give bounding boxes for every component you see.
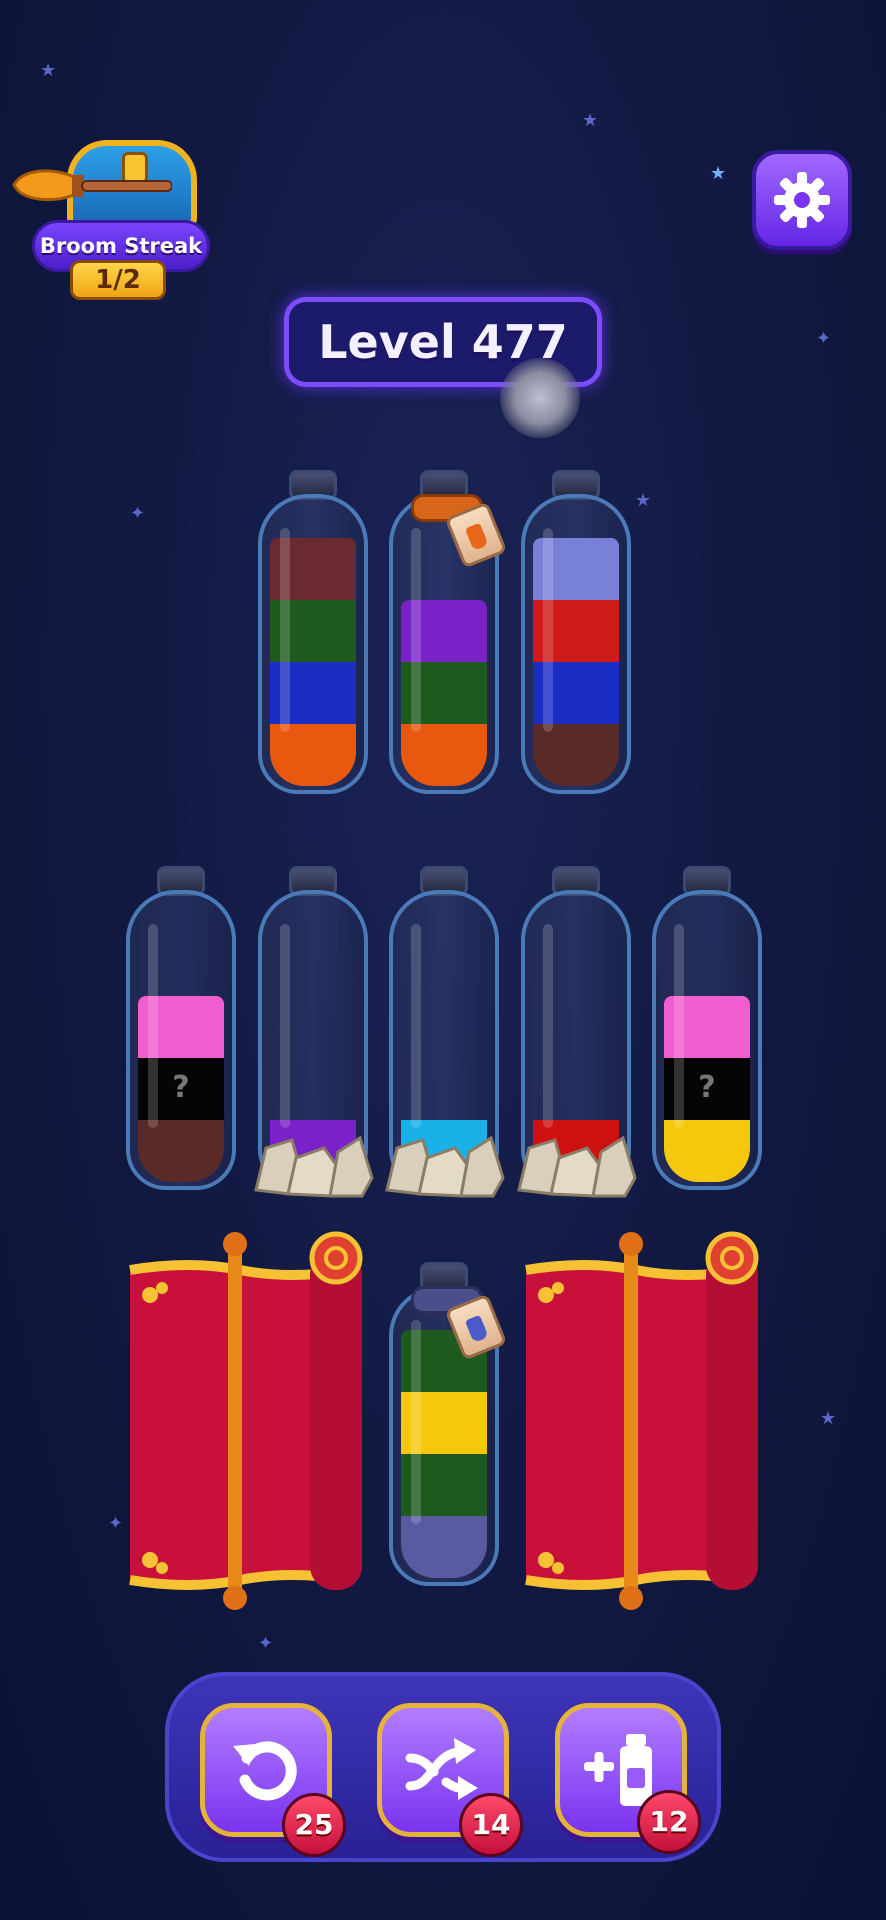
liquid-layer (138, 1120, 224, 1182)
star-icon: ★ (582, 110, 599, 131)
potion-icon (464, 522, 489, 551)
bottle[interactable] (521, 470, 631, 794)
bottle[interactable] (258, 470, 368, 794)
broom-streak-count: 1/2 (70, 260, 166, 300)
bottle[interactable] (517, 866, 637, 1198)
locked-curtain-left[interactable] (120, 1230, 374, 1610)
bottle[interactable] (385, 866, 505, 1198)
rocks-icon (385, 1135, 505, 1198)
bottle[interactable] (389, 470, 508, 794)
bottle[interactable]: ? (652, 866, 762, 1190)
glass-shine (411, 528, 421, 733)
bottle-glass: ? (126, 890, 236, 1190)
liquid-layer (533, 724, 619, 786)
glass-shine (280, 924, 290, 1129)
star-icon: ★ (710, 163, 727, 184)
glass-shine (543, 528, 553, 733)
locked-curtain-right[interactable] (516, 1230, 770, 1610)
liquid-layer (664, 1120, 750, 1182)
bottle[interactable]: ? (126, 866, 236, 1190)
glass-shine (674, 924, 684, 1129)
glass-shine (148, 924, 158, 1129)
broom-streak-widget[interactable]: Broom Streak 1/2 (12, 120, 212, 300)
star-icon: ★ (40, 60, 57, 81)
add-bottle-count-badge: 12 (637, 1790, 701, 1854)
bottle-glass (258, 494, 368, 794)
liquid-layer (270, 724, 356, 786)
bottle[interactable] (389, 1262, 508, 1586)
undo-count-badge: 25 (282, 1793, 346, 1857)
glass-shine (411, 924, 421, 1129)
rocks-icon (254, 1135, 374, 1198)
glass-shine (411, 1320, 421, 1525)
glass-shine (280, 528, 290, 733)
star-icon: ★ (820, 1408, 837, 1429)
star-icon: ✦ (816, 328, 832, 349)
undo-icon (233, 1741, 297, 1801)
shuffle-count-badge: 14 (459, 1793, 523, 1857)
gear-icon (774, 172, 830, 228)
star-icon: ✦ (130, 503, 146, 524)
bottle-glass: ? (652, 890, 762, 1190)
broom-icon (12, 169, 172, 202)
shuffle-icon (405, 1738, 478, 1800)
potion-icon (464, 1314, 489, 1343)
settings-button[interactable] (752, 150, 852, 250)
bottle-glass (521, 494, 631, 794)
rocks-icon (517, 1135, 637, 1198)
liquid-layer (401, 724, 487, 786)
liquid-layer (401, 1516, 487, 1578)
star-icon: ✦ (258, 1633, 274, 1654)
star-icon: ★ (635, 490, 652, 511)
glass-shine (543, 924, 553, 1129)
touch-indicator (500, 358, 580, 438)
bottle[interactable] (254, 866, 374, 1198)
